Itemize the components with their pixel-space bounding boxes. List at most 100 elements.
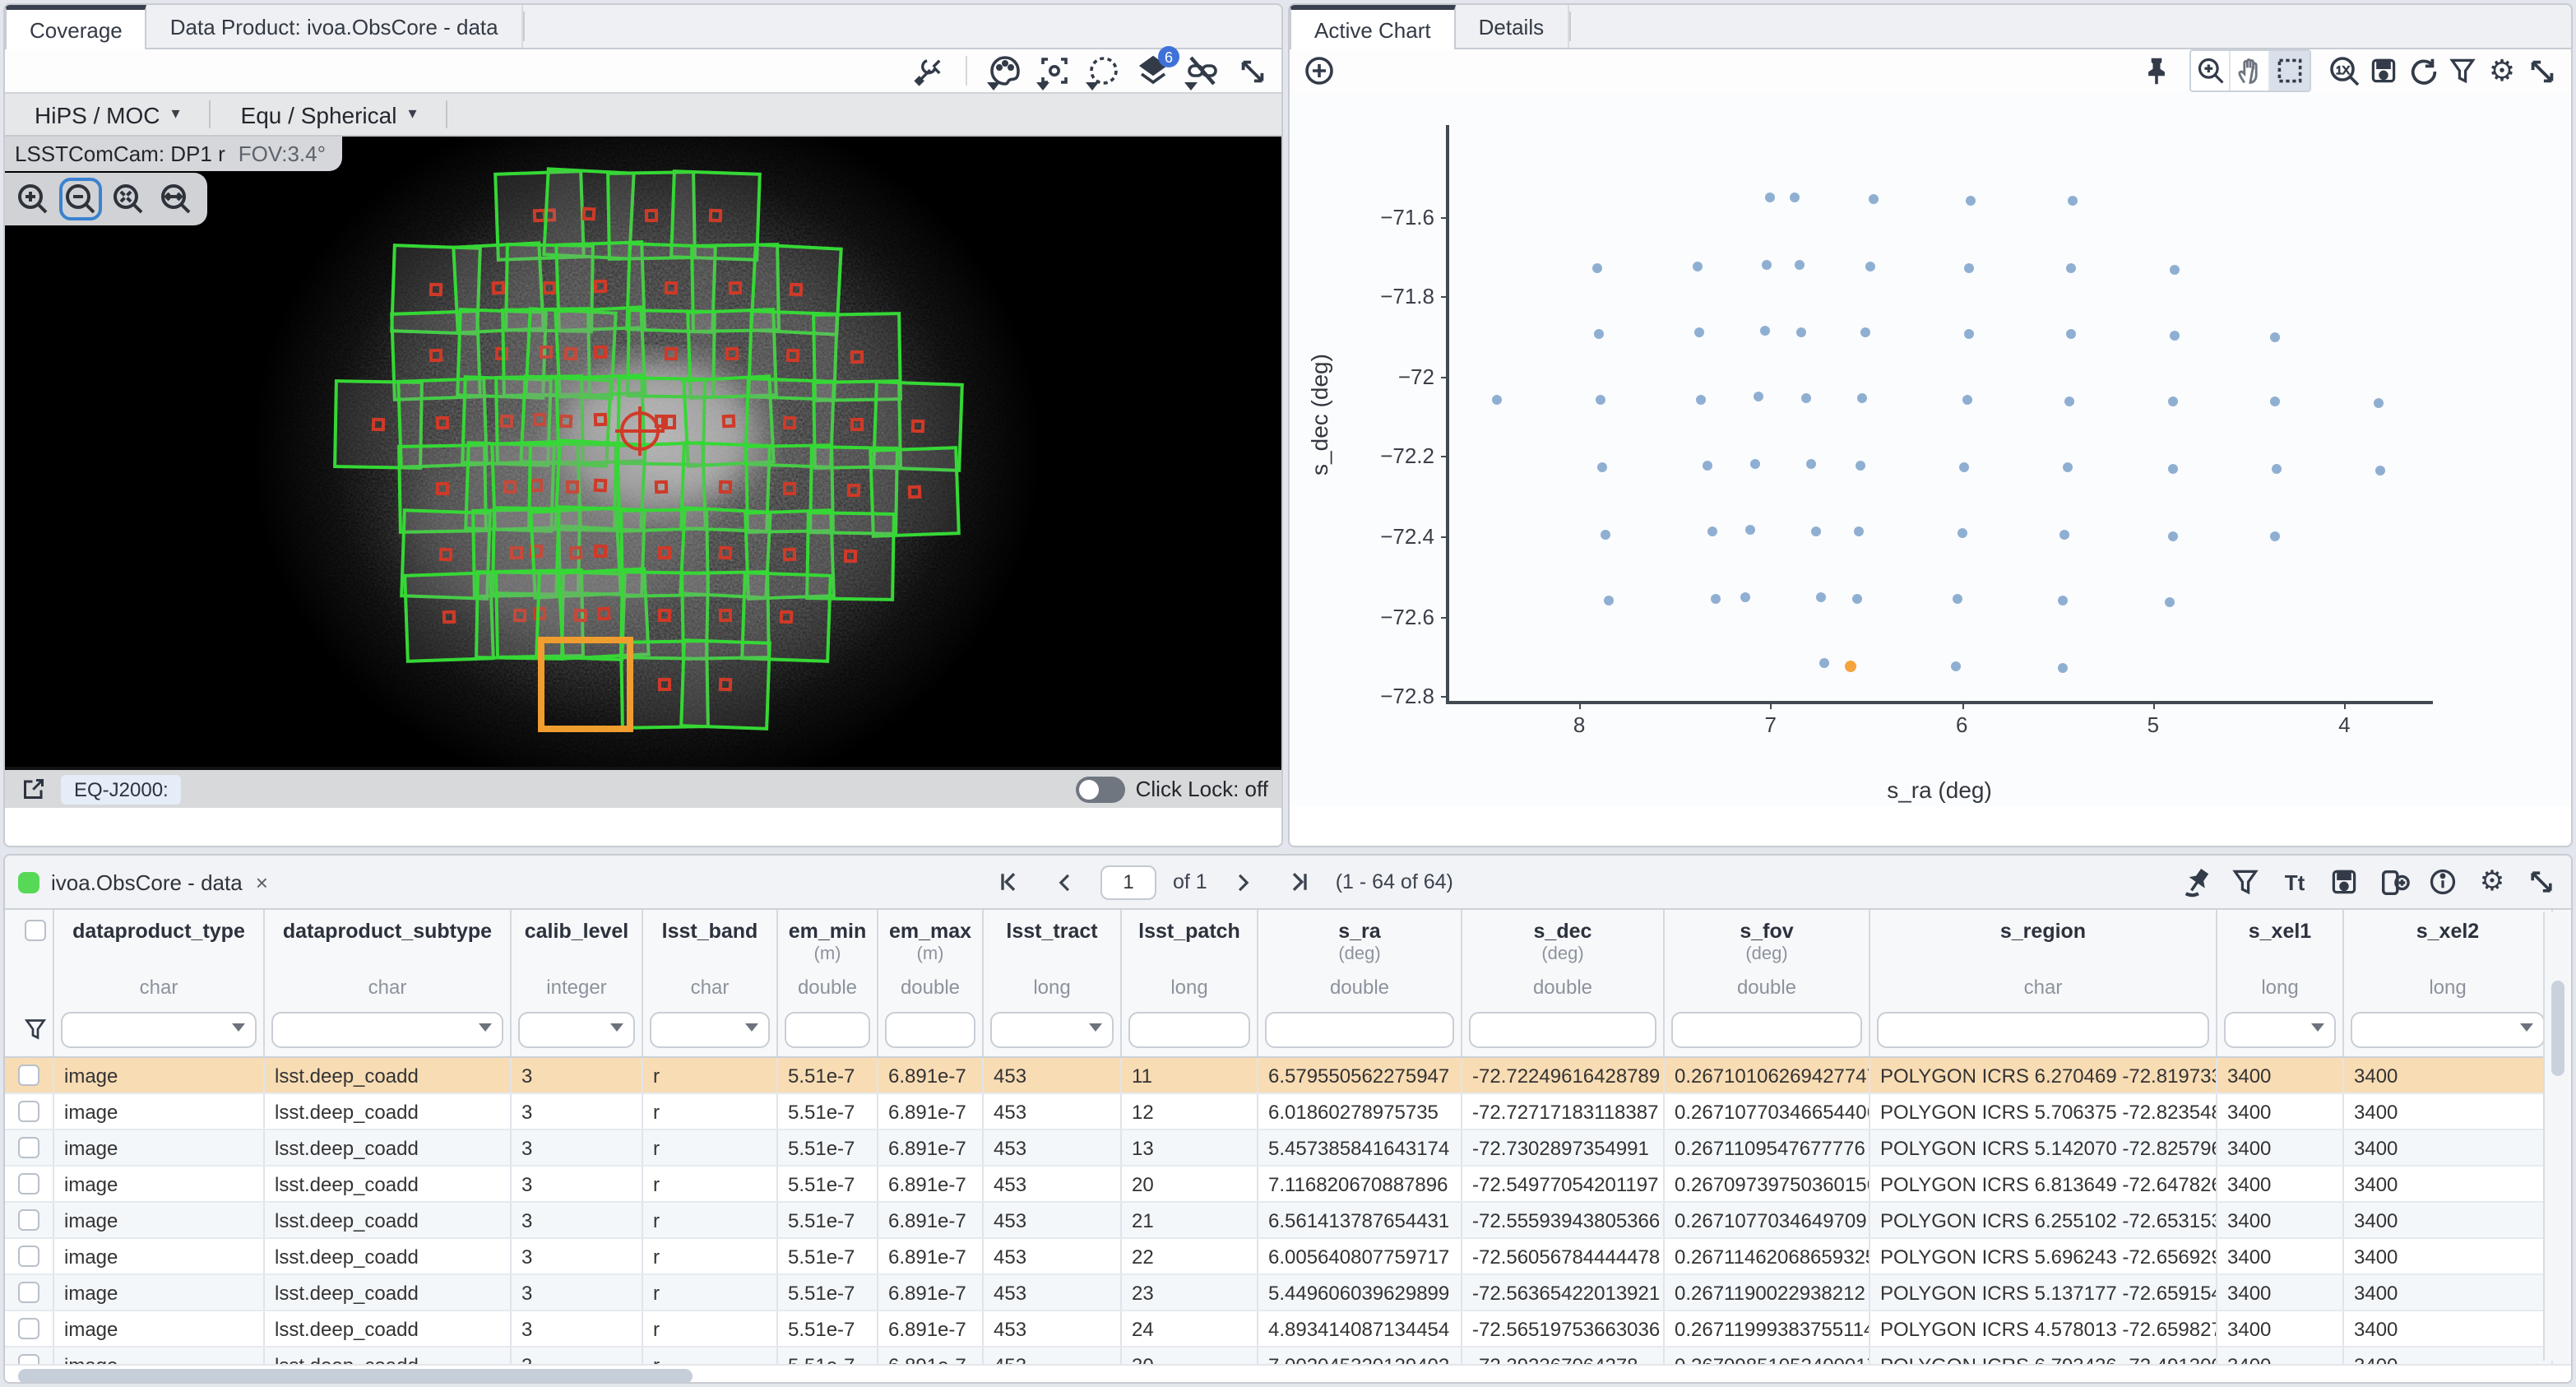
save-icon[interactable]	[2324, 862, 2364, 902]
selected-data-point[interactable]	[1845, 661, 1856, 672]
checkbox[interactable]	[18, 1065, 39, 1086]
hips-moc-dropdown[interactable]: HiPS / MOC ▾	[5, 94, 210, 135]
filter-input-dataproduct_subtype[interactable]	[271, 1012, 503, 1048]
scrollbar-thumb[interactable]	[2551, 981, 2564, 1076]
checkbox[interactable]	[24, 920, 45, 941]
zoom-out-icon[interactable]	[59, 178, 102, 220]
column-header-s_region[interactable]: s_regionchar	[1870, 910, 2217, 1056]
filter-input-calib_level[interactable]	[518, 1012, 635, 1048]
add-chart-icon[interactable]	[1300, 51, 1339, 90]
filter-input-dataproduct_type[interactable]	[61, 1012, 257, 1048]
filter-input-em_min[interactable]	[785, 1012, 870, 1048]
filter-input-lsst_band[interactable]	[650, 1012, 770, 1048]
row-checkbox-cell[interactable]	[5, 1094, 54, 1129]
table-row[interactable]: imagelsst.deep_coadd3r5.51e-76.891e-7453…	[5, 1167, 2571, 1203]
column-header-lsst_patch[interactable]: lsst_patchlong	[1122, 910, 1258, 1056]
prev-page-icon[interactable]	[1045, 862, 1084, 902]
row-checkbox-cell[interactable]	[5, 1058, 54, 1092]
data-point[interactable]	[2059, 663, 2069, 673]
filter-input-em_max[interactable]	[885, 1012, 975, 1048]
data-point[interactable]	[1710, 594, 1720, 604]
data-point[interactable]	[1603, 596, 1613, 605]
data-point[interactable]	[1796, 327, 1806, 336]
filter-icon[interactable]	[2443, 51, 2482, 90]
filter-input-s_fov[interactable]	[1671, 1012, 1862, 1048]
table-row[interactable]: imagelsst.deep_coadd3r5.51e-76.891e-7453…	[5, 1239, 2571, 1275]
row-checkbox-cell[interactable]	[5, 1203, 54, 1237]
checkbox[interactable]	[18, 1209, 39, 1231]
column-header-s_fov[interactable]: s_fov(deg)double	[1665, 910, 1870, 1056]
filter-icon[interactable]	[2226, 862, 2265, 902]
filter-input-s_ra[interactable]	[1265, 1012, 1454, 1048]
first-page-icon[interactable]	[989, 862, 1028, 902]
row-checkbox-cell[interactable]	[5, 1167, 54, 1201]
checkbox[interactable]	[18, 1318, 39, 1339]
table-row[interactable]: imagelsst.deep_coadd3r5.51e-76.891e-7453…	[5, 1094, 2571, 1130]
data-point[interactable]	[1695, 328, 1705, 338]
data-point[interactable]	[1869, 194, 1879, 204]
coverage-tile[interactable]	[679, 638, 771, 731]
select-circle-icon[interactable]	[1084, 51, 1124, 90]
column-header-calib_level[interactable]: calib_levelinteger	[512, 910, 643, 1056]
text-view-icon[interactable]: Tt	[2275, 862, 2314, 902]
zoom-fit-icon[interactable]	[107, 178, 150, 220]
data-point[interactable]	[2066, 264, 2076, 274]
zoom-mode-icon[interactable]	[2191, 51, 2231, 90]
filter-input-s_xel1[interactable]	[2224, 1012, 2336, 1048]
data-point[interactable]	[1857, 393, 1867, 403]
data-point[interactable]	[1708, 527, 1718, 536]
data-point[interactable]	[1806, 459, 1816, 469]
select-all-header[interactable]	[5, 910, 54, 1056]
filter-input-lsst_patch[interactable]	[1128, 1012, 1250, 1048]
data-point[interactable]	[1856, 461, 1865, 471]
sky-coverage-map[interactable]: LSSTComCam: DP1 r FOV:3.4°	[5, 137, 1281, 767]
data-point[interactable]	[1819, 658, 1829, 668]
data-point[interactable]	[2271, 397, 2281, 407]
expand-icon[interactable]	[1232, 51, 1272, 90]
data-point[interactable]	[2066, 330, 2076, 340]
info-icon[interactable]	[2423, 862, 2462, 902]
palette-icon[interactable]	[985, 51, 1025, 90]
data-point[interactable]	[1762, 261, 1772, 271]
data-point[interactable]	[1815, 592, 1825, 602]
horizontal-scrollbar[interactable]	[5, 1364, 2571, 1384]
data-point[interactable]	[1854, 527, 1864, 536]
next-page-icon[interactable]	[1224, 862, 1263, 902]
plot-area[interactable]: 87654−71.6−71.8−72−72.2−72.4−72.6−72.8	[1446, 125, 2433, 704]
tab-coverage[interactable]: Coverage	[5, 5, 147, 49]
row-checkbox-cell[interactable]	[5, 1311, 54, 1346]
data-point[interactable]	[1697, 394, 1707, 404]
column-header-s_dec[interactable]: s_dec(deg)double	[1462, 910, 1665, 1056]
data-point[interactable]	[2376, 465, 2386, 475]
data-point[interactable]	[1967, 195, 1976, 205]
coord-system-dropdown[interactable]: Equ / Spherical ▾	[211, 94, 447, 135]
data-point[interactable]	[2064, 396, 2073, 406]
tab-details[interactable]: Details	[1456, 5, 1569, 48]
checkbox[interactable]	[18, 1246, 39, 1267]
column-header-dataproduct_subtype[interactable]: dataproduct_subtypechar	[265, 910, 512, 1056]
filter-input-s_region[interactable]	[1877, 1012, 2209, 1048]
data-point[interactable]	[2271, 531, 2281, 541]
restore-icon[interactable]	[2403, 51, 2443, 90]
column-header-s_ra[interactable]: s_ra(deg)double	[1258, 910, 1462, 1056]
pin-table-icon[interactable]	[2176, 862, 2216, 902]
pin-icon[interactable]	[2137, 51, 2176, 90]
data-point[interactable]	[2167, 464, 2177, 474]
tab-data-product[interactable]: Data Product: ivoa.ObsCore - data	[147, 5, 523, 48]
row-checkbox-cell[interactable]	[5, 1348, 54, 1364]
close-icon[interactable]: ×	[256, 870, 268, 894]
data-point[interactable]	[1957, 528, 1967, 538]
table-row[interactable]: imagelsst.deep_coadd3r5.51e-76.891e-7453…	[5, 1275, 2571, 1311]
save-icon[interactable]	[2364, 51, 2403, 90]
filter-input-lsst_tract[interactable]	[990, 1012, 1114, 1048]
data-point[interactable]	[1703, 461, 1712, 471]
data-point[interactable]	[1795, 261, 1805, 271]
column-header-em_min[interactable]: em_min(m)double	[778, 910, 878, 1056]
data-point[interactable]	[1693, 262, 1703, 272]
page-number-input[interactable]	[1100, 865, 1156, 899]
expand-icon[interactable]	[2522, 862, 2561, 902]
row-checkbox-cell[interactable]	[5, 1239, 54, 1273]
data-point[interactable]	[1754, 392, 1764, 402]
data-point[interactable]	[1766, 193, 1776, 203]
data-point[interactable]	[1953, 595, 1963, 605]
